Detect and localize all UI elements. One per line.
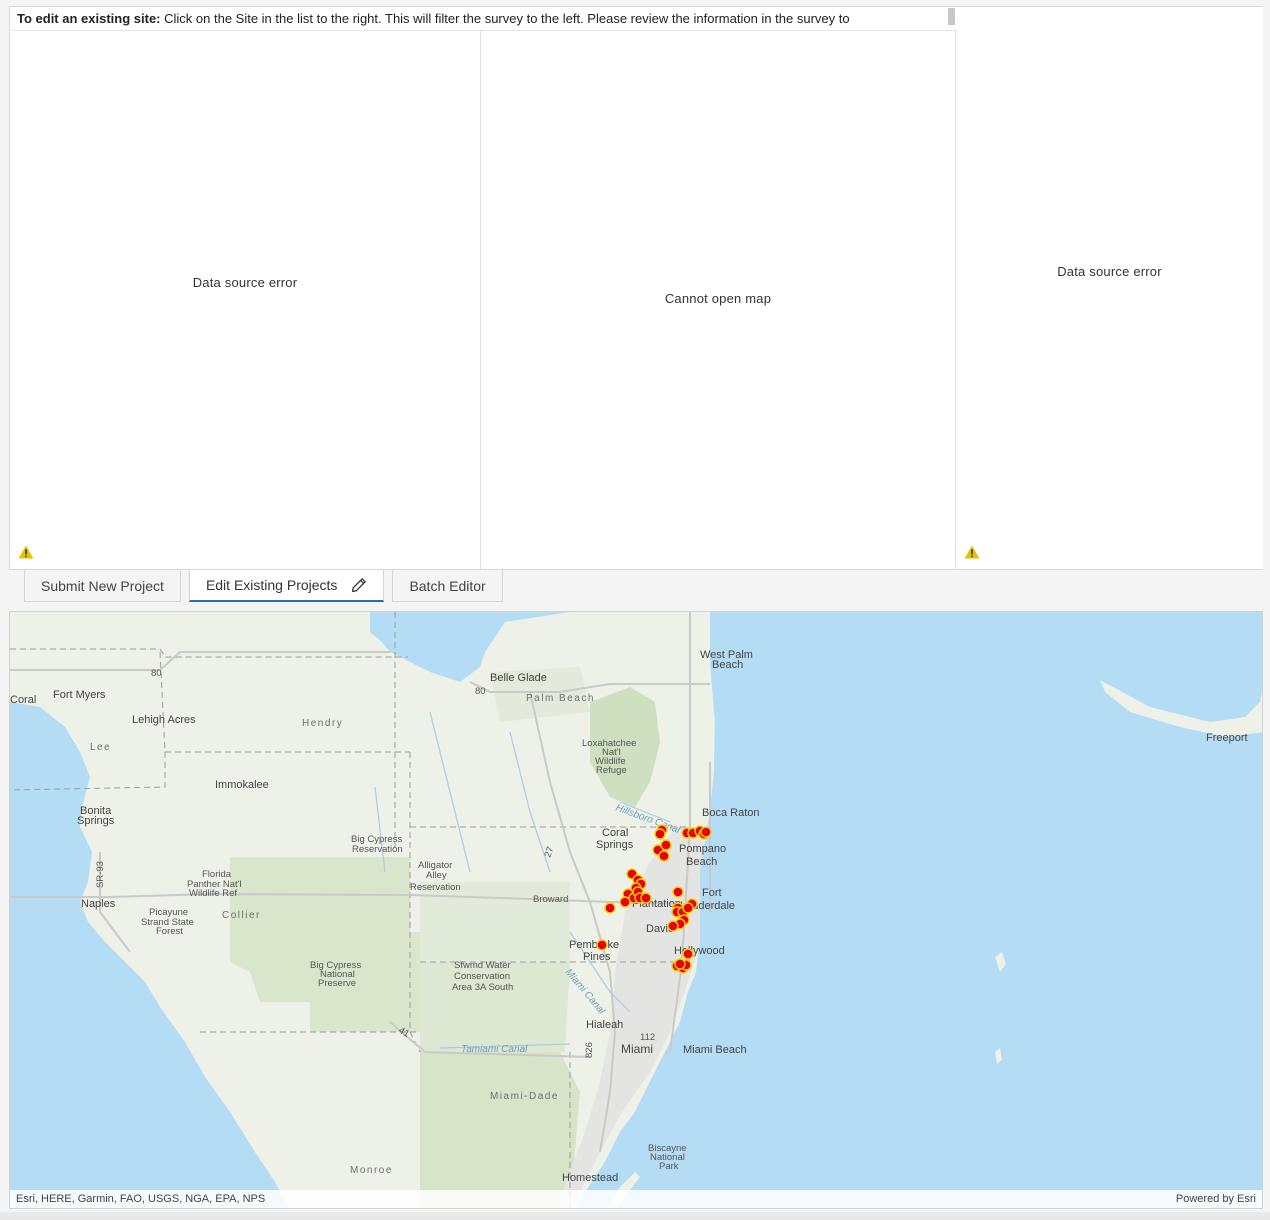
- label-west-palm: Beach: [712, 659, 743, 671]
- project-site-marker[interactable]: [660, 839, 672, 851]
- label-route-80: 80: [151, 668, 162, 679]
- label-conservation-area: Sfwmd Water: [454, 960, 511, 971]
- tab-edit-existing-projects[interactable]: Edit Existing Projects: [188, 570, 385, 602]
- label-alligator-alley: Alley: [426, 870, 447, 881]
- label-big-cypress-reservation: Reservation: [352, 844, 403, 855]
- project-site-marker[interactable]: [682, 902, 694, 914]
- map-error-message: Cannot open map: [664, 291, 772, 306]
- section-tabs: Submit New Project Edit Existing Project…: [24, 570, 511, 602]
- label-fort-lauderdale: Fort: [702, 887, 722, 899]
- label-panther-refuge: Wildlife Ref: [189, 888, 237, 899]
- warning-icon: [964, 545, 980, 559]
- attribution-text: Esri, HERE, Garmin, FAO, USGS, NGA, EPA,…: [16, 1193, 266, 1205]
- label-hialeah: Hialeah: [586, 1019, 623, 1031]
- label-pembroke-pines: Pines: [583, 951, 611, 963]
- instruction-body: Click on the Site in the list to the rig…: [160, 11, 850, 26]
- survey-error-message: Data source error: [192, 275, 298, 290]
- label-miami-beach: Miami Beach: [683, 1044, 747, 1056]
- tab-batch-editor[interactable]: Batch Editor: [392, 570, 503, 602]
- map-pane: Cannot open map: [481, 7, 956, 569]
- warning-icon: [18, 545, 34, 559]
- label-hollywood: Hollywood: [674, 945, 725, 957]
- project-site-marker[interactable]: [654, 828, 666, 840]
- label-pembroke-pines: Pembroke: [569, 939, 619, 951]
- instruction-bold: To edit an existing site:: [17, 11, 161, 26]
- project-site-marker[interactable]: [674, 958, 686, 970]
- tab-label: Edit Existing Projects: [205, 577, 338, 593]
- project-site-marker[interactable]: [619, 896, 631, 908]
- label-boca-raton: Boca Raton: [702, 807, 759, 819]
- project-site-marker[interactable]: [640, 892, 652, 904]
- widget-panel: To edit an existing site: Click on the S…: [9, 6, 1263, 570]
- label-broward-county: Broward: [533, 894, 568, 905]
- label-loxahatchee: Refuge: [596, 765, 627, 776]
- instruction-text: To edit an existing site: Click on the S…: [11, 7, 957, 31]
- label-belle-glade: Belle Glade: [490, 672, 547, 684]
- basemap[interactable]: West Palm Beach Belle Glade Palm Beach C…: [10, 612, 1263, 1209]
- label-coral-springs: Springs: [596, 839, 634, 851]
- tab-submit-new-project[interactable]: Submit New Project: [24, 570, 181, 602]
- site-list-pane: Data source error: [956, 7, 1263, 569]
- label-tamiami-canal: Tamiami Canal: [461, 1044, 528, 1055]
- label-picayune-forest: Forest: [156, 926, 183, 937]
- label-collier-county: Collier: [222, 910, 261, 921]
- label-freeport: Freeport: [1206, 732, 1248, 744]
- label-homestead: Homestead: [562, 1172, 618, 1184]
- survey-pane: Data source error: [10, 7, 481, 569]
- label-pompano-beach: Pompano: [679, 843, 726, 855]
- label-big-cypress-preserve: Preserve: [318, 978, 356, 989]
- label-miami: Miami: [621, 1042, 653, 1056]
- label-sr93: SR-93: [95, 861, 106, 888]
- label-bonita-springs: Springs: [77, 815, 115, 827]
- label-fort-myers: Fort Myers: [53, 689, 106, 701]
- label-conservation-area: Conservation: [454, 971, 510, 982]
- map-attribution: Esri, HERE, Garmin, FAO, USGS, NGA, EPA,…: [10, 1190, 1262, 1208]
- label-miami-dade-county: Miami-Dade: [490, 1091, 559, 1102]
- project-map[interactable]: West Palm Beach Belle Glade Palm Beach C…: [9, 611, 1263, 1209]
- project-site-marker[interactable]: [672, 886, 684, 898]
- label-biscayne-park: Park: [659, 1161, 679, 1172]
- label-pompano-beach: Beach: [686, 856, 717, 868]
- everglades-park: [420, 1052, 580, 1208]
- label-hendry-county: Hendry: [302, 718, 343, 729]
- label-immokalee: Immokalee: [215, 779, 269, 791]
- label-palm-beach-county: Palm Beach: [526, 693, 595, 704]
- label-route-80: 80: [475, 686, 486, 697]
- list-error-message: Data source error: [1057, 264, 1162, 279]
- label-naples: Naples: [81, 898, 116, 910]
- label-coral: Coral: [10, 694, 36, 706]
- pencil-icon[interactable]: [351, 577, 367, 593]
- label-monroe-county: Monroe: [350, 1165, 393, 1176]
- horizontal-scrollbar[interactable]: [0, 1212, 1270, 1220]
- tab-label: Batch Editor: [409, 577, 486, 594]
- label-route-112: 112: [640, 1032, 655, 1043]
- tab-label: Submit New Project: [41, 577, 164, 594]
- label-conservation-area: Area 3A South: [452, 982, 513, 993]
- instruction-scrollbar[interactable]: [948, 8, 955, 25]
- project-site-marker[interactable]: [596, 939, 608, 951]
- project-site-marker[interactable]: [604, 902, 616, 914]
- project-site-marker[interactable]: [700, 826, 712, 838]
- powered-by-esri-link[interactable]: Powered by Esri: [1176, 1190, 1256, 1208]
- project-site-marker[interactable]: [667, 920, 679, 932]
- label-coral-springs: Coral: [602, 827, 628, 839]
- label-route-826: 826: [584, 1042, 595, 1058]
- label-lehigh-acres: Lehigh Acres: [132, 714, 196, 726]
- project-site-marker[interactable]: [682, 948, 694, 960]
- label-alligator-alley: Reservation: [410, 882, 461, 893]
- project-site-marker[interactable]: [658, 850, 670, 862]
- label-lee-county: Lee: [90, 742, 111, 753]
